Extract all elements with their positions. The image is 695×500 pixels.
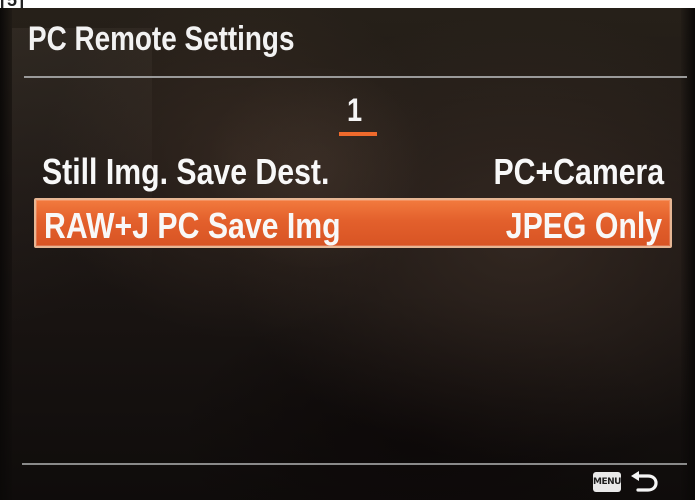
menu-item-raw-j-pc-save-img[interactable]: RAW+J PC Save Img JPEG Only bbox=[34, 198, 672, 248]
menu-item-still-img-save-dest[interactable]: Still Img. Save Dest. PC+Camera bbox=[34, 146, 672, 196]
camera-menu-screen: PC Remote Settings 1 Still Img. Save Des… bbox=[0, 8, 695, 500]
header-divider bbox=[24, 76, 687, 78]
screen-left-edge bbox=[0, 8, 12, 500]
footer-divider bbox=[22, 463, 687, 465]
screen-right-edge bbox=[681, 8, 695, 500]
menu-item-label: Still Img. Save Dest. bbox=[42, 151, 330, 192]
menu-item-value: PC+Camera bbox=[493, 151, 664, 192]
top-crop-text: [5] bbox=[0, 0, 25, 8]
page-title: PC Remote Settings bbox=[28, 20, 295, 58]
page-number: 1 bbox=[347, 92, 363, 128]
menu-item-label: RAW+J PC Save Img bbox=[44, 205, 341, 246]
return-arrow-icon[interactable] bbox=[627, 468, 661, 496]
menu-item-value: JPEG Only bbox=[505, 205, 662, 246]
page-number-indicator bbox=[339, 132, 377, 136]
menu-key-icon[interactable]: MENU bbox=[593, 472, 621, 492]
footer-controls: MENU bbox=[593, 468, 673, 496]
